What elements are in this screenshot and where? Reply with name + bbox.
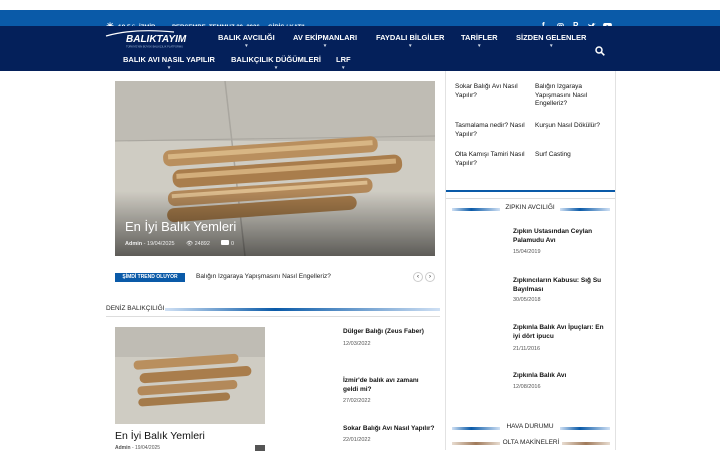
sidebar-link[interactable]: Balığın Izgaraya Yapışmasını Nasıl Engel… [535,83,610,109]
chevron-down-icon: ▾ [167,65,171,71]
nav-balik-avciligi[interactable]: BALIK AVCILIĞI ▾ [218,33,275,49]
nav-sizden-gelenler[interactable]: SİZDEN GELENLER ▾ [516,33,586,49]
chevron-left-icon[interactable]: ‹ [413,272,423,282]
section-divider [452,208,500,211]
main-navigation: BALIKTAYIM TÜRKİYE'NİN BÜYÜK BALIKÇILIK … [0,26,720,71]
deniz-item-date: 27/02/2022 [343,398,371,404]
zipkin-item-date: 21/11/2016 [513,346,541,352]
section-divider [562,442,610,445]
nav-faydali-bilgiler[interactable]: FAYDALI BİLGİLER ▾ [376,33,444,49]
deniz-image [115,327,265,424]
logo-text: BALIKTAYIM [126,34,187,45]
nav-tarifler[interactable]: TARİFLER ▾ [461,33,498,49]
section-divider [560,208,610,211]
sidebar-link[interactable]: Tasmalama nedir? Nasıl Yapılır? [455,122,527,139]
divider [446,198,615,199]
section-divider [165,308,440,311]
chevron-down-icon: ▾ [478,43,481,49]
sidebar-link[interactable]: Sokar Balığı Avı Nasıl Yapılır? [455,83,527,100]
zipkin-item-date: 12/08/2016 [513,384,541,390]
chevron-down-icon: ▾ [323,43,327,49]
chevron-down-icon: ▾ [408,43,412,49]
comment-icon [221,240,230,245]
post-thumbnail[interactable] [455,371,503,403]
chevron-down-icon: ▾ [274,65,278,71]
zipkin-item-title[interactable]: Zıpkıncıların Kabusu: Sığ Su Bayılması [513,276,608,294]
deniz-item-title[interactable]: Dülger Balığı (Zeus Faber) [343,327,438,336]
deniz-main-title[interactable]: En İyi Balık Yemleri [115,430,205,442]
chevron-down-icon: ▾ [549,43,553,49]
divider [106,316,440,317]
post-thumbnail[interactable] [455,227,503,259]
chevron-down-icon: ▾ [245,43,248,49]
hero-comments: 0 [230,241,235,247]
section-divider [452,442,500,445]
hero-meta: Admin - 19/04/2025 👁 24892 0 [125,240,234,247]
comment-count-badge [255,445,265,451]
sidebar-link[interactable]: Olta Kamışı Tamiri Nasıl Yapılır? [455,151,527,168]
post-thumbnail[interactable] [455,323,503,355]
zipkin-item-title[interactable]: Zıpkın Ustasından Ceylan Palamudu Avı [513,227,608,245]
deniz-item-date: 22/01/2022 [343,437,371,443]
search-icon[interactable] [595,43,605,61]
site-logo[interactable]: BALIKTAYIM TÜRKİYE'NİN BÜYÜK BALIKÇILIK … [104,30,200,49]
nav-balik-avi-nasil-yapilir[interactable]: BALIK AVI NASIL YAPILIR ▾ [123,55,215,71]
top-bar: ☀ 18.5 C İZMİR PERŞEMBE, TEMMUZ 30, 2026… [0,0,720,36]
hero-title[interactable]: En İyi Balık Yemleri [125,219,236,234]
nav-av-ekipmanlari[interactable]: AV EKİPMANLARI ▾ [293,33,357,49]
eye-icon: 👁 [186,241,194,247]
logo-graphic: BALIKTAYIM TÜRKİYE'NİN BÜYÜK BALIKÇILIK … [105,30,187,49]
hero-author[interactable]: Admin [125,241,142,247]
trending-link[interactable]: Balığın Izgaraya Yapışmasını Nasıl Engel… [196,273,331,280]
zipkin-item-title[interactable]: Zıpkınla Balık Avı İpuçları: En iyi dört… [513,323,608,341]
sidebar-link[interactable]: Kurşun Nasıl Dökülür? [535,122,610,131]
post-thumbnail[interactable] [455,275,503,307]
sidebar-border [615,71,616,450]
deniz-item-date: 12/03/2022 [343,341,371,347]
sidebar-link[interactable]: Surf Casting [535,151,610,160]
section-title-zipkin: ZIPKIN AVCILIĞI [505,204,555,211]
chevron-down-icon: ▾ [342,65,345,71]
sidebar-links-box: Sokar Balığı Avı Nasıl Yapılır? Balığın … [446,75,615,192]
section-divider [452,427,500,430]
section-title-deniz: DENİZ BALIKÇILIĞI [106,305,165,312]
nav-balikcilik-dugumleri[interactable]: BALIKÇILIK DÜĞÜMLERİ ▾ [231,55,321,71]
trending-bar: ŞİMDİ TREND OLUYOR Balığın Izgaraya Yapı… [115,271,435,285]
hero-views: 24892 [194,241,210,247]
zipkin-item-date: 30/05/2018 [513,297,541,303]
deniz-main-image[interactable] [115,327,265,424]
trending-label: ŞİMDİ TREND OLUYOR [115,273,185,282]
deniz-item-title[interactable]: Sokar Balığı Avı Nasıl Yapılır? [343,424,443,433]
zipkin-item-date: 15/04/2019 [513,249,541,255]
section-divider [560,427,610,430]
chevron-right-icon[interactable]: › [425,272,435,282]
section-title-olta: OLTA MAKİNELERİ [502,439,560,446]
hero-date: - 19/04/2025 [143,241,175,247]
deniz-item-title[interactable]: İzmir'de balık avı zamanı geldi mi? [343,376,433,394]
deniz-main-meta: Admin - 19/04/2025 [115,445,161,451]
nav-lrf[interactable]: LRF ▾ [336,55,351,71]
section-title-hava: HAVA DURUMU [506,423,554,430]
hero-featured-post[interactable]: En İyi Balık Yemleri Admin - 19/04/2025 … [115,81,435,256]
zipkin-item-title[interactable]: Zıpkınla Balık Avı [513,371,608,380]
